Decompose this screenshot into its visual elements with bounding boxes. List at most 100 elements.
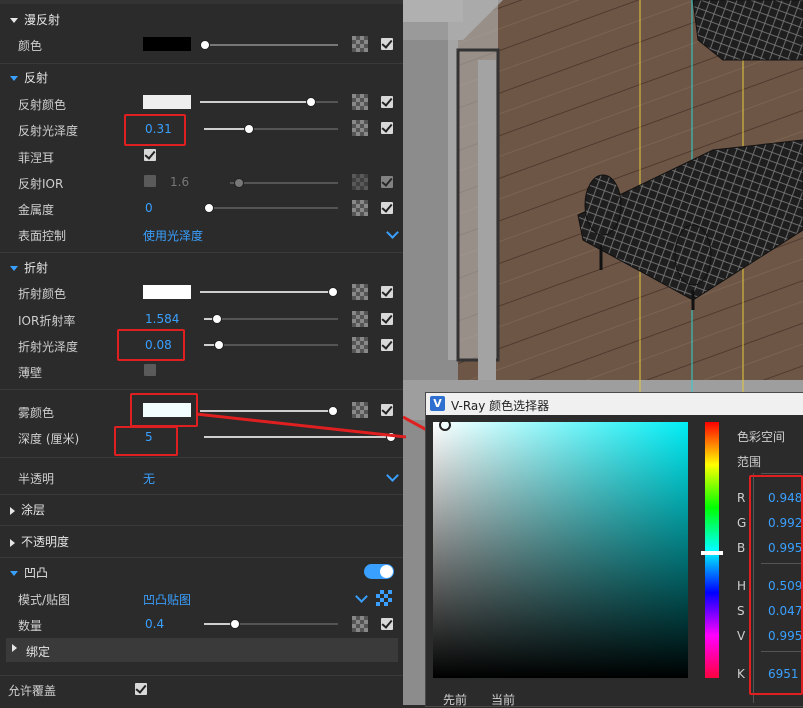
expand-arrow-icon <box>10 506 15 515</box>
vray-color-picker-dialog[interactable]: V V-Ray 颜色选择器 色彩空间 范围 R 0.948 G 0.992 B … <box>425 392 803 707</box>
expand-arrow-icon <box>10 538 15 547</box>
g-label: G <box>737 516 747 530</box>
color-cursor[interactable] <box>439 419 451 431</box>
section-binding-header[interactable]: 绑定 <box>6 638 398 662</box>
reflection-ior-label: 反射IOR <box>18 177 64 191</box>
refraction-color-slider-handle[interactable] <box>328 287 338 297</box>
refraction-gloss-slider-handle[interactable] <box>214 340 224 350</box>
highlight-box <box>117 329 185 361</box>
v-label: V <box>737 629 746 643</box>
translucency-dropdown[interactable]: 无 <box>143 470 155 487</box>
reflection-ior-map-icon[interactable] <box>352 174 368 190</box>
highlight-box <box>130 393 198 427</box>
b-label: B <box>737 541 746 555</box>
reflection-gloss-checkbox[interactable] <box>381 122 393 134</box>
bump-toggle[interactable] <box>364 564 394 579</box>
allow-override-label: 允许覆盖 <box>8 684 57 698</box>
diffuse-color-slider[interactable] <box>204 44 338 46</box>
section-coating-header[interactable]: 涂层 <box>10 501 45 518</box>
bolster-cushion <box>674 224 712 286</box>
reflection-gloss-label: 反射光泽度 <box>18 124 79 138</box>
color-space-label: 色彩空间 <box>737 430 786 444</box>
metalness-slider-handle[interactable] <box>204 203 214 213</box>
diffuse-slider-handle[interactable] <box>200 40 210 50</box>
bump-amount-value[interactable]: 0.4 <box>145 617 164 631</box>
refraction-ior-slider-handle[interactable] <box>212 314 222 324</box>
section-reflection-header[interactable]: 反射 <box>10 69 48 86</box>
metalness-value[interactable]: 0 <box>145 201 153 215</box>
chevron-down-icon[interactable] <box>386 226 399 239</box>
fresnel-checkbox[interactable] <box>144 149 156 161</box>
vray-logo-icon: V <box>430 396 445 411</box>
toggle-knob <box>380 565 393 578</box>
metalness-map-icon[interactable] <box>352 200 368 216</box>
divider <box>0 457 403 458</box>
collapse-arrow-icon <box>10 266 18 271</box>
refraction-ior-label: IOR折射率 <box>18 314 76 328</box>
s-label: S <box>737 604 745 618</box>
reflection-gloss-map-icon[interactable] <box>352 120 368 136</box>
reflection-gloss-slider[interactable] <box>204 128 248 130</box>
reflection-color-map-icon[interactable] <box>352 94 368 110</box>
reflection-color-checkbox[interactable] <box>381 96 393 108</box>
reflection-ior-checkbox[interactable] <box>144 175 156 187</box>
bump-amount-map-icon[interactable] <box>352 616 368 632</box>
reflection-ior-slider[interactable] <box>230 182 338 184</box>
diffuse-texture-map-icon[interactable] <box>352 36 368 52</box>
surface-control-dropdown[interactable]: 使用光泽度 <box>143 227 203 244</box>
section-diffuse-header[interactable]: 漫反射 <box>10 11 60 28</box>
section-opacity-header[interactable]: 不透明度 <box>10 533 69 550</box>
diffuse-color-swatch[interactable] <box>143 37 191 51</box>
reflection-color-slider[interactable] <box>200 101 310 103</box>
refraction-ior-value[interactable]: 1.584 <box>145 312 179 326</box>
row-divider <box>761 473 801 474</box>
bump-mode-dropdown[interactable]: 凹凸贴图 <box>143 591 191 608</box>
collapse-arrow-icon <box>10 18 18 23</box>
reflection-ior-slider-handle[interactable] <box>234 178 244 188</box>
refraction-color-map-icon[interactable] <box>352 284 368 300</box>
section-binding-title: 绑定 <box>26 645 51 659</box>
bump-amount-checkbox[interactable] <box>381 618 393 630</box>
hue-slider[interactable] <box>701 422 723 678</box>
section-reflection-title: 反射 <box>24 71 49 85</box>
chevron-down-icon[interactable] <box>355 590 368 603</box>
thin-walled-checkbox[interactable] <box>144 364 156 376</box>
refraction-color-slider[interactable] <box>200 291 334 293</box>
section-bump-title: 凹凸 <box>24 566 49 580</box>
bump-texture-map-icon[interactable] <box>376 590 392 606</box>
refraction-color-checkbox[interactable] <box>381 286 393 298</box>
refraction-ior-checkbox[interactable] <box>381 313 393 325</box>
reflection-color-swatch[interactable] <box>143 95 191 109</box>
chevron-down-icon[interactable] <box>386 469 399 482</box>
reflection-ior-enable-checkbox[interactable] <box>381 176 393 188</box>
divider <box>0 389 403 390</box>
collapse-arrow-icon <box>10 76 18 81</box>
bump-amount-slider-handle[interactable] <box>230 619 240 629</box>
reflection-color-slider-handle[interactable] <box>306 97 316 107</box>
refraction-ior-map-icon[interactable] <box>352 311 368 327</box>
hue-slider-handle[interactable] <box>701 551 723 555</box>
refraction-color-swatch[interactable] <box>143 285 191 299</box>
picker-title: V-Ray 颜色选择器 <box>451 399 550 413</box>
metalness-slider[interactable] <box>208 207 338 209</box>
surface-control-label: 表面控制 <box>18 229 67 243</box>
allow-override-checkbox[interactable] <box>135 683 147 695</box>
section-refraction-title: 折射 <box>24 261 49 275</box>
previous-color-label: 先前 <box>443 693 468 707</box>
column <box>478 60 496 380</box>
reflection-ior-value[interactable]: 1.6 <box>170 175 189 189</box>
section-bump-header[interactable]: 凹凸 <box>10 564 48 581</box>
saturation-value-field[interactable] <box>433 419 688 678</box>
range-label: 范围 <box>737 455 762 469</box>
picker-titlebar[interactable]: V V-Ray 颜色选择器 <box>426 393 803 415</box>
slider-remainder <box>234 623 338 625</box>
reflection-gloss-slider-handle[interactable] <box>244 124 254 134</box>
section-refraction-header[interactable]: 折射 <box>10 259 48 276</box>
diffuse-enable-checkbox[interactable] <box>381 38 393 50</box>
k-label: K <box>737 667 745 681</box>
metalness-checkbox[interactable] <box>381 202 393 214</box>
highlight-box <box>749 475 803 695</box>
divider <box>0 63 403 64</box>
refraction-gloss-checkbox[interactable] <box>381 339 393 351</box>
refraction-gloss-map-icon[interactable] <box>352 337 368 353</box>
